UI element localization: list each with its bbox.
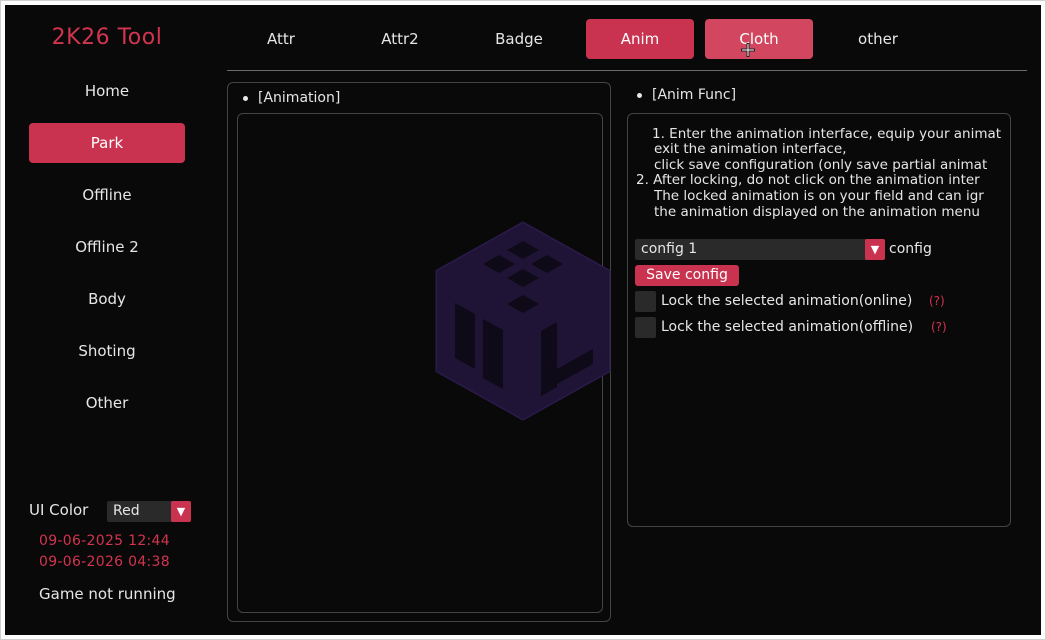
tab-badge[interactable]: Badge xyxy=(465,19,573,59)
lock-online-help[interactable]: (?) xyxy=(929,294,945,308)
anim-func-header: [Anim Func] xyxy=(637,87,736,103)
bullet-icon xyxy=(243,95,248,101)
app-title: 2K26 Tool xyxy=(51,25,163,50)
save-config-button[interactable]: Save config xyxy=(635,265,739,286)
chevron-down-icon: ▼ xyxy=(171,501,191,522)
tab-divider xyxy=(227,70,1027,71)
tab-anim[interactable]: Anim xyxy=(586,19,694,59)
window-frame: 2K26 Tool Home Park Offline Offline 2 Bo… xyxy=(0,0,1046,640)
ui-color-select[interactable]: Red ▼ xyxy=(107,501,191,522)
sidebar-item-other[interactable]: Other xyxy=(29,383,185,423)
tab-attr2[interactable]: Attr2 xyxy=(346,19,454,59)
config-select-value: config 1 xyxy=(641,241,698,257)
sidebar-item-body[interactable]: Body xyxy=(29,279,185,319)
sidebar-item-offline[interactable]: Offline xyxy=(29,175,185,215)
animation-header-text: [Animation] xyxy=(258,90,341,106)
instruction-line: 2. After locking, do not click on the an… xyxy=(636,172,980,188)
lock-online-checkbox[interactable] xyxy=(635,291,656,312)
config-select[interactable]: config 1 ▼ xyxy=(635,239,885,260)
sidebar-item-home[interactable]: Home xyxy=(29,71,185,111)
lock-offline-label: Lock the selected animation(offline) xyxy=(661,319,914,335)
license-start-date: 09-06-2025 12:44 xyxy=(39,533,170,549)
move-cursor-icon xyxy=(741,43,755,57)
tab-other[interactable]: other xyxy=(824,19,932,59)
app-window: 2K26 Tool Home Park Offline Offline 2 Bo… xyxy=(5,5,1041,635)
lock-offline-help[interactable]: (?) xyxy=(931,320,947,334)
sidebar-item-park[interactable]: Park xyxy=(29,123,185,163)
bullet-icon xyxy=(637,92,642,98)
sidebar-item-shoting[interactable]: Shoting xyxy=(29,331,185,371)
instruction-line: 1. Enter the animation interface, equip … xyxy=(652,126,1002,142)
anim-func-header-text: [Anim Func] xyxy=(652,87,737,103)
instruction-line: The locked animation is on your field an… xyxy=(654,188,984,204)
instruction-line: exit the animation interface, xyxy=(654,141,847,157)
game-status: Game not running xyxy=(39,585,176,603)
config-label: config xyxy=(889,241,932,257)
tab-attr[interactable]: Attr xyxy=(227,19,335,59)
lock-offline-checkbox[interactable] xyxy=(635,317,656,338)
sidebar-item-offline-2[interactable]: Offline 2 xyxy=(29,227,185,267)
instruction-line: the animation displayed on the animation… xyxy=(654,204,980,220)
cube-logo-icon xyxy=(435,221,611,421)
animation-header: [Animation] xyxy=(243,90,340,106)
ui-color-label: UI Color xyxy=(29,501,89,519)
license-end-date: 09-06-2026 04:38 xyxy=(39,554,170,570)
lock-online-label: Lock the selected animation(online) xyxy=(661,293,913,309)
tab-cloth[interactable]: Cloth xyxy=(705,19,813,59)
instruction-line: click save configuration (only save part… xyxy=(654,157,988,173)
chevron-down-icon: ▼ xyxy=(865,239,885,260)
ui-color-value: Red xyxy=(113,503,140,519)
